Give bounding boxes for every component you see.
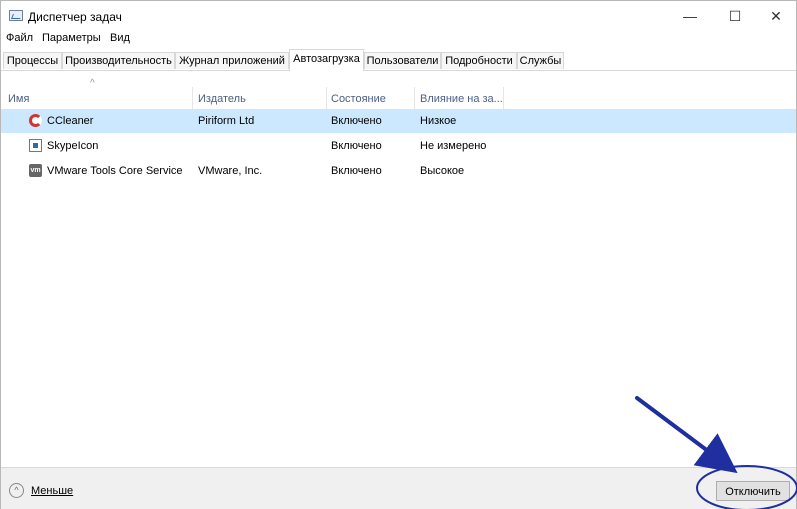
ccleaner-icon [29,114,42,127]
column-header-startup-impact[interactable]: Влияние на за... [420,93,503,105]
task-manager-window: Диспетчер задач — ☐ ✕ Файл Параметры Вид… [0,0,797,509]
title-bar: Диспетчер задач — ☐ ✕ [1,1,796,31]
row-publisher: VMware, Inc. [198,165,263,177]
row-name: SkypeIcon [47,140,99,152]
table-row[interactable]: CCleaner Piriform Ltd Включено Низкое [1,109,796,133]
task-manager-icon [9,10,23,21]
minimize-button[interactable]: — [667,1,713,31]
row-impact: Высокое [420,165,465,177]
column-divider[interactable] [326,87,327,109]
tab-startup[interactable]: Автозагрузка [289,49,364,71]
menu-options[interactable]: Параметры [42,32,101,44]
row-status: Включено [331,165,382,177]
fewer-details-link[interactable]: Меньше [31,485,73,497]
tab-processes[interactable]: Процессы [3,52,62,69]
table-row[interactable]: vm VMware Tools Core Service VMware, Inc… [1,159,796,183]
tab-details[interactable]: Подробности [441,52,517,69]
tab-performance[interactable]: Производительность [62,52,175,69]
footer-bar: ^ Меньше Отключить [1,467,796,509]
row-name: CCleaner [47,115,94,127]
menu-view[interactable]: Вид [110,32,130,44]
row-name: VMware Tools Core Service [47,165,183,177]
disable-button[interactable]: Отключить [716,481,790,501]
column-header-name[interactable]: Имя [8,93,29,105]
column-header-status[interactable]: Состояние [331,93,386,105]
skype-icon [29,139,42,152]
column-divider[interactable] [414,87,415,109]
row-status: Включено [331,115,382,127]
tab-strip: Процессы Производительность Журнал прило… [1,49,796,71]
column-divider[interactable] [192,87,193,109]
column-header-publisher[interactable]: Издатель [198,93,246,105]
maximize-button[interactable]: ☐ [712,1,758,31]
tab-users[interactable]: Пользователи [364,52,441,69]
close-button[interactable]: ✕ [753,1,797,31]
tab-services[interactable]: Службы [517,52,564,69]
table-row[interactable]: SkypeIcon Включено Не измерено [1,134,796,158]
vmware-icon: vm [29,164,42,177]
row-publisher: Piriform Ltd [198,115,255,127]
sort-indicator-icon: ^ [90,78,95,89]
row-status: Включено [331,140,382,152]
tab-app-history[interactable]: Журнал приложений [175,52,289,69]
window-title: Диспетчер задач [28,10,122,24]
menu-file[interactable]: Файл [6,32,33,44]
table-header: ^ Имя Издатель Состояние Влияние на за..… [1,78,796,110]
row-impact: Не измерено [420,140,487,152]
column-divider[interactable] [503,87,504,109]
row-impact: Низкое [420,115,457,127]
chevron-up-icon[interactable]: ^ [9,483,24,498]
